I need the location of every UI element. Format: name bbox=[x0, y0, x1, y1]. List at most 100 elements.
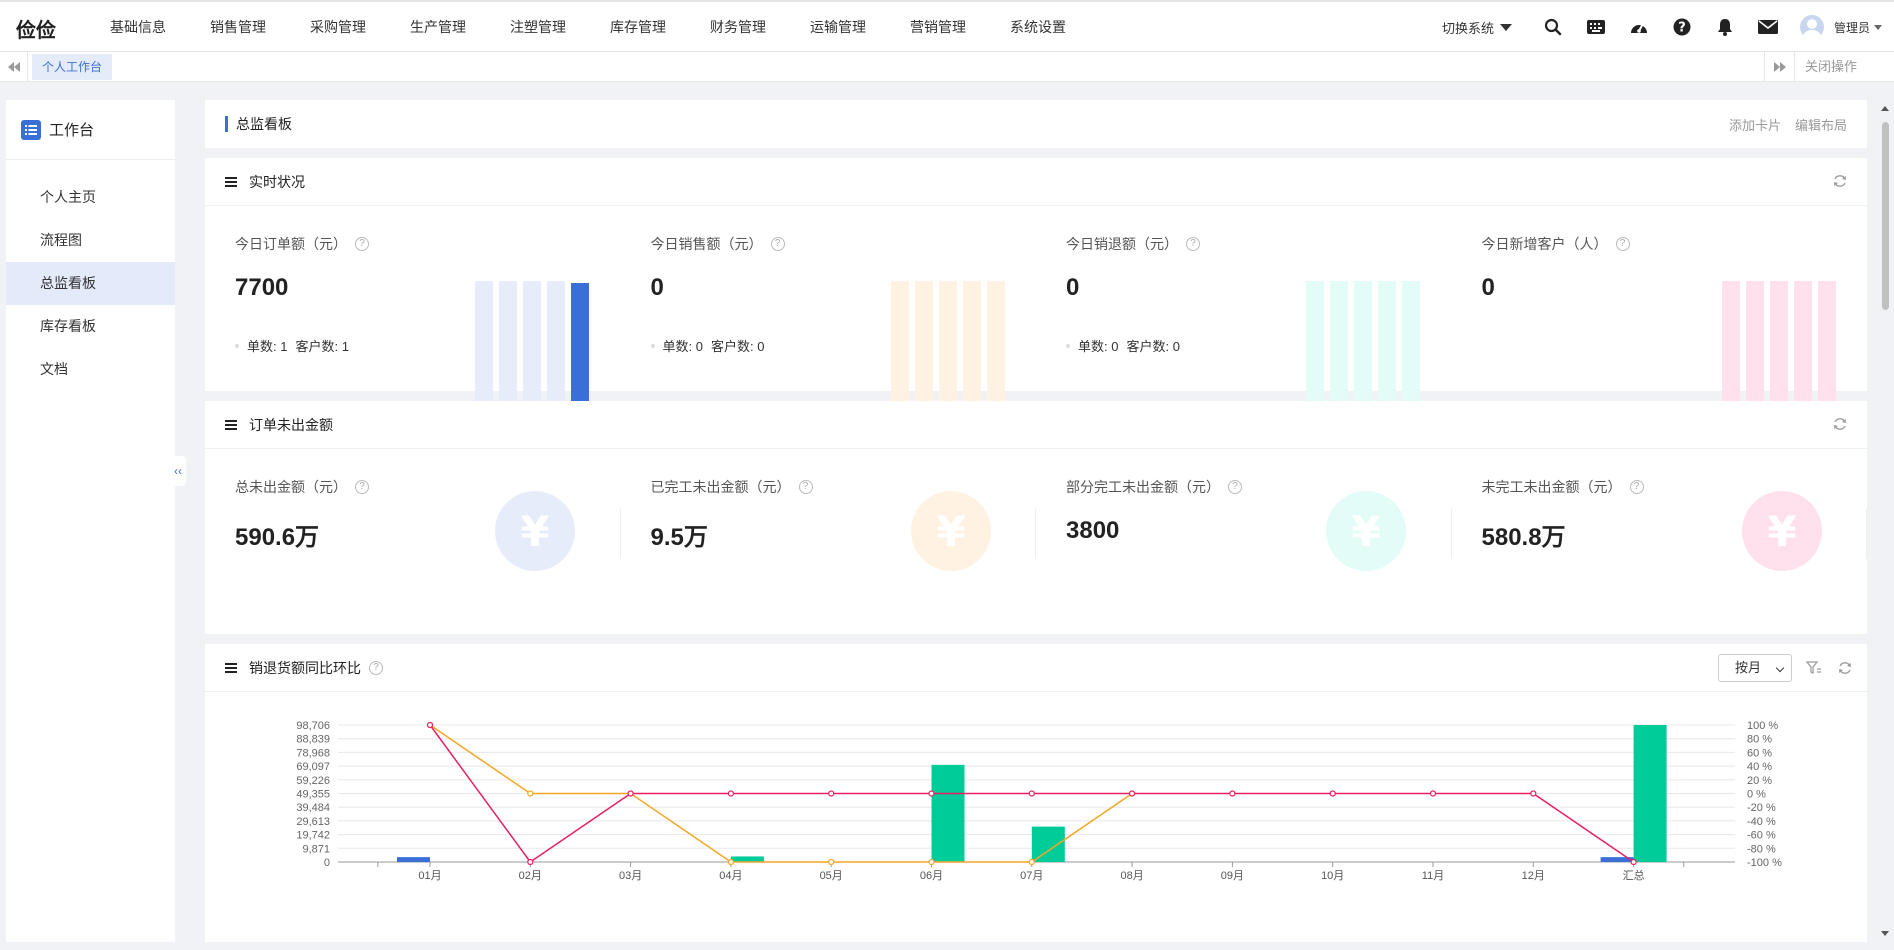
help-icon[interactable]: ? bbox=[1661, 2, 1704, 52]
nav-finance[interactable]: 财务管理 bbox=[688, 2, 788, 52]
unshipped-amount: 已完工未出金额（元）? 9.5万 ¥ bbox=[621, 449, 1036, 589]
scroll-up-arrow[interactable] bbox=[1881, 106, 1889, 111]
dot-icon bbox=[650, 343, 655, 348]
x-tick-label: 03月 bbox=[619, 870, 642, 882]
svg-text:¥: ¥ bbox=[936, 509, 965, 553]
dashboard-icon[interactable] bbox=[1618, 2, 1661, 52]
x-tick-label: 09月 bbox=[1221, 870, 1244, 882]
app-logo[interactable]: 俭俭 bbox=[16, 14, 56, 43]
y-tick-label: 9,871 bbox=[302, 843, 330, 855]
caret-down-icon bbox=[1874, 24, 1882, 30]
stat-bar bbox=[1769, 281, 1788, 411]
sidebar-item-flowchart[interactable]: 流程图 bbox=[6, 219, 175, 262]
help-icon[interactable]: ? bbox=[355, 237, 369, 251]
y-tick-label: 78,968 bbox=[296, 747, 330, 759]
amount-label-text: 已完工未出金额（元） bbox=[650, 479, 791, 495]
y2-tick-label: -40 % bbox=[1747, 816, 1776, 828]
chart-point bbox=[527, 790, 534, 797]
stat-customer-count: 客户数: 1 bbox=[295, 339, 349, 354]
sidebar-item-docs[interactable]: 文档 bbox=[6, 348, 175, 391]
chart-point bbox=[527, 858, 534, 866]
nav-settings[interactable]: 系统设置 bbox=[988, 2, 1088, 52]
page-scrollbar[interactable] bbox=[1878, 100, 1892, 942]
tab-personal-workbench[interactable]: 个人工作台 bbox=[32, 54, 113, 80]
sidebar-item-personal-home[interactable]: 个人主页 bbox=[6, 176, 175, 219]
nav-marketing[interactable]: 营销管理 bbox=[888, 2, 988, 52]
switch-system-label: 切换系统 bbox=[1441, 20, 1494, 36]
refresh-icon[interactable] bbox=[1833, 417, 1847, 434]
help-icon[interactable]: ? bbox=[798, 480, 813, 494]
close-operations-dropdown[interactable]: 关闭操作 bbox=[1794, 52, 1894, 82]
nav-inventory[interactable]: 库存管理 bbox=[588, 2, 688, 52]
x-tick-label: 04月 bbox=[719, 870, 742, 882]
realtime-stat: 今日销售额（元）? 0 单数: 0 客户数: 0 bbox=[621, 206, 1037, 411]
keyboard-icon[interactable] bbox=[1575, 2, 1618, 52]
amount-label: 未完工未出金额（元）? bbox=[1482, 477, 1644, 497]
filter-icon[interactable] bbox=[1805, 661, 1822, 678]
period-select[interactable]: 按月 bbox=[1718, 654, 1792, 682]
switch-system-dropdown[interactable]: 切换系统 bbox=[1442, 18, 1512, 37]
nav-purchase[interactable]: 采购管理 bbox=[288, 2, 388, 52]
help-icon[interactable]: ? bbox=[1186, 237, 1200, 251]
avatar[interactable] bbox=[1799, 15, 1824, 39]
chart-point bbox=[1530, 790, 1537, 797]
scroll-thumb[interactable] bbox=[1882, 122, 1889, 310]
stat-bar bbox=[523, 281, 541, 411]
refresh-icon[interactable] bbox=[1838, 661, 1852, 678]
stat-bar bbox=[547, 281, 565, 411]
realtime-title: 实时状况 bbox=[249, 173, 305, 190]
chart-point bbox=[928, 790, 935, 797]
mail-icon[interactable] bbox=[1747, 2, 1790, 52]
y-tick-label: 29,613 bbox=[296, 816, 330, 828]
bell-icon[interactable] bbox=[1704, 2, 1747, 52]
x-tick-label: 07月 bbox=[1020, 870, 1043, 882]
y-tick-label: 49,355 bbox=[296, 789, 330, 801]
sidebar-collapse-button[interactable]: ‹‹ bbox=[170, 456, 186, 486]
tab-scroll-left-button[interactable] bbox=[0, 52, 28, 82]
y2-tick-label: -20 % bbox=[1747, 802, 1776, 814]
refresh-icon[interactable] bbox=[1833, 174, 1847, 191]
tab-scroll-right-button[interactable] bbox=[1764, 52, 1794, 82]
scroll-down-arrow[interactable] bbox=[1881, 931, 1889, 936]
stat-value: 0 bbox=[1481, 274, 1495, 301]
stat-bar bbox=[890, 281, 909, 411]
chart-bar bbox=[397, 857, 430, 862]
yen-icon: ¥ bbox=[1741, 491, 1822, 571]
search-icon[interactable] bbox=[1532, 2, 1575, 52]
nav-production[interactable]: 生产管理 bbox=[388, 2, 488, 52]
sidebar-item-director-board[interactable]: 总监看板 bbox=[6, 262, 175, 305]
stat-order-count: 单数: 1 bbox=[247, 339, 288, 354]
chart-point bbox=[1429, 790, 1437, 797]
edit-layout-link[interactable]: 编辑布局 bbox=[1795, 115, 1847, 134]
help-icon[interactable]: ? bbox=[770, 237, 785, 251]
nav-transport[interactable]: 运输管理 bbox=[788, 2, 888, 52]
nav-injection[interactable]: 注塑管理 bbox=[488, 2, 588, 52]
chart-point bbox=[1630, 858, 1637, 866]
add-card-link[interactable]: 添加卡片 bbox=[1729, 115, 1781, 134]
stat-label-text: 今日销售额（元） bbox=[650, 236, 763, 252]
help-icon[interactable]: ? bbox=[369, 660, 383, 675]
top-right-tools: 切换系统 ? 管理员 bbox=[1442, 2, 1894, 52]
y-tick-label: 39,484 bbox=[296, 802, 330, 814]
nav-sales[interactable]: 销售管理 bbox=[188, 2, 288, 52]
unshipped-card: 订单未出金额 总未出金额（元）? 590.6万 ¥ 已完工未出金额（元）? 9.… bbox=[205, 401, 1867, 634]
nav-basic-info[interactable]: 基础信息 bbox=[88, 2, 188, 52]
sidebar-item-inventory-board[interactable]: 库存看板 bbox=[6, 305, 175, 348]
user-menu[interactable]: 管理员 bbox=[1834, 19, 1882, 36]
help-icon[interactable]: ? bbox=[355, 480, 369, 494]
help-icon[interactable]: ? bbox=[1615, 237, 1630, 251]
amount-value: 9.5万 bbox=[650, 524, 708, 551]
chart-point bbox=[1229, 790, 1236, 797]
help-icon[interactable]: ? bbox=[1228, 480, 1242, 494]
amount-label-text: 未完工未出金额（元） bbox=[1481, 479, 1622, 495]
stat-bar bbox=[1402, 281, 1420, 411]
help-icon[interactable]: ? bbox=[1629, 480, 1644, 494]
y-tick-label: 69,097 bbox=[296, 761, 330, 773]
user-name: 管理员 bbox=[1833, 20, 1870, 35]
stat-bar bbox=[914, 281, 933, 411]
stat-bars bbox=[1306, 281, 1420, 411]
realtime-stat: 今日新增客户（人）? 0 bbox=[1452, 206, 1868, 411]
stat-order-count: 单数: 0 bbox=[662, 339, 703, 354]
x-tick-label: 11月 bbox=[1422, 870, 1444, 882]
stat-label: 今日销退额（元）? bbox=[1066, 234, 1200, 254]
